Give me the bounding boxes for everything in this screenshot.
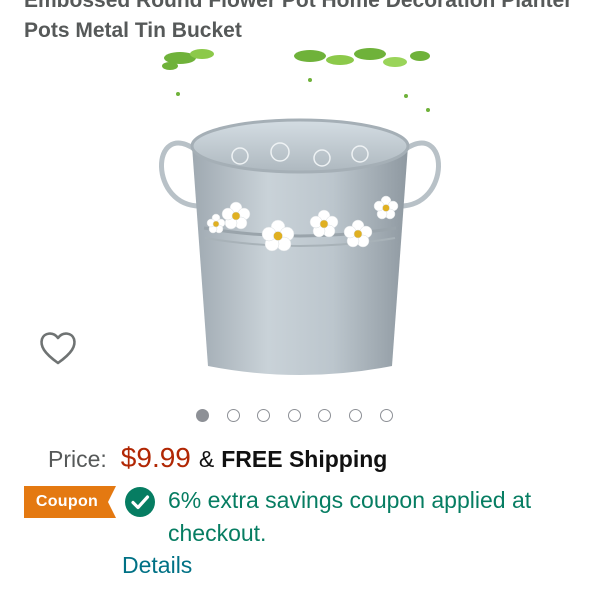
heart-outline-icon [40,332,76,365]
carousel-dot[interactable] [257,409,271,422]
price-separator: & [198,446,215,472]
free-shipping-label: FREE Shipping [221,446,388,472]
image-carousel-indicator [196,409,393,425]
carousel-dot[interactable] [379,409,393,422]
check-circle-icon [124,486,156,518]
wishlist-button[interactable] [36,326,80,370]
product-title-line-2: Pots Metal Tin Bucket [24,19,242,42]
carousel-dot[interactable] [348,409,362,422]
price-value: $9.99 [120,442,191,473]
price-row: Price: $9.99 & FREE Shipping [48,442,387,478]
carousel-dot[interactable] [226,409,240,422]
flower-pot-image [159,48,441,375]
carousel-dot[interactable] [318,409,332,422]
coupon-badge: Coupon [24,486,116,518]
product-image[interactable] [140,48,460,388]
coupon-applied-message: 6% extra savings coupon applied at check… [168,487,532,546]
carousel-dot[interactable] [196,409,209,422]
product-title: Embossed Round Flower Pot Home Decoratio… [24,0,584,46]
product-title-line-1: Embossed Round Flower Pot Home Decoratio… [24,0,573,12]
carousel-dot[interactable] [287,409,301,422]
coupon-details-link[interactable]: Details [122,552,192,579]
price-label: Price: [48,446,107,472]
coupon-badge-label: Coupon [35,493,99,510]
